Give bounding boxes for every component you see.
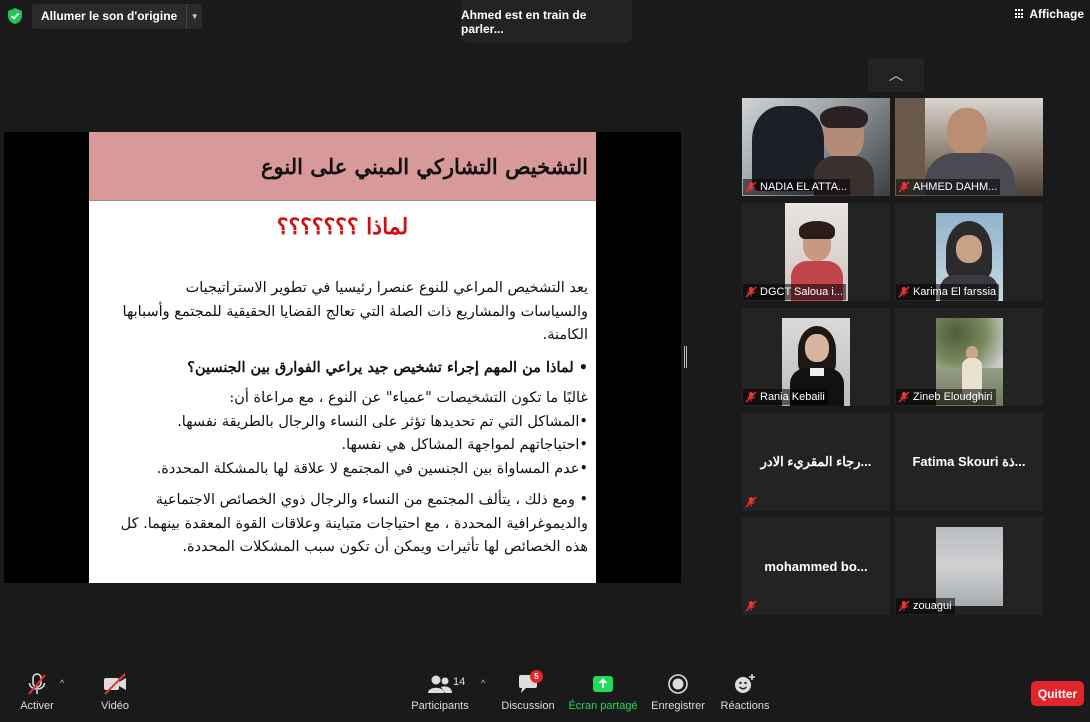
participant-name-tag: DGCT Saloua i...: [743, 284, 846, 300]
mic-off-icon: [898, 181, 910, 193]
mic-off-icon: [898, 600, 910, 612]
chat-button[interactable]: Discussion: [501, 672, 555, 712]
share-screen-icon: [592, 672, 614, 696]
reactions-button[interactable]: Réactions: [720, 672, 770, 712]
active-speaker-banner: Ahmed est en train de parler...: [461, 0, 632, 43]
participant-tile[interactable]: zouagui: [895, 517, 1043, 615]
slide-bullet-3: •عدم المساواة بين الجنسين في المجتمع لا …: [156, 460, 588, 477]
participant-name: AHMED DAHM...: [913, 181, 998, 193]
participant-name-tag: Rania Kebaili: [743, 389, 828, 405]
mic-off-icon: [745, 181, 757, 193]
participant-name: Zineb Eloudghiri: [913, 391, 993, 403]
slide-body: يعد التشخيص المراعي للنوع عنصرا رئيسيا ف…: [118, 277, 588, 560]
video-label: Vidéo: [101, 700, 129, 712]
record-icon: [667, 672, 689, 696]
record-label: Enregistrer: [651, 700, 705, 712]
participant-name-tag: Zineb Eloudghiri: [896, 389, 996, 405]
participants-icon: [427, 672, 453, 696]
participant-name-tag: zouagui: [896, 598, 955, 614]
participant-tile[interactable]: DGCT Saloua i...: [742, 203, 890, 301]
slide-title: التشخيص التشاركي المبني على النوع: [261, 153, 588, 179]
grid-icon: [1015, 9, 1025, 19]
participant-tile[interactable]: NADIA EL ATTA...: [742, 98, 890, 196]
shield-icon[interactable]: [7, 7, 23, 25]
quit-button[interactable]: Quitter: [1031, 681, 1084, 706]
reaction-icon: [733, 672, 757, 696]
chat-badge: 5: [530, 670, 543, 683]
participant-name-tag: Karima El farssia: [896, 284, 1000, 300]
chevron-up-icon[interactable]: ^: [481, 678, 485, 688]
presentation-slide: التشخيص التشاركي المبني على النوع لماذا …: [89, 132, 596, 583]
participant-name: Fatima Skouri ذة...: [912, 454, 1026, 469]
participant-name: zouagui: [913, 600, 952, 612]
shared-screen: التشخيص التشاركي المبني على النوع لماذا …: [4, 132, 681, 583]
slide-bullet-2: •احتياجاتهم لمواجهة المشاكل هي نفسها.: [341, 437, 588, 453]
original-sound-label: Allumer le son d'origine: [41, 9, 178, 23]
slide-paragraph-1: يعد التشخيص المراعي للنوع عنصرا رئيسيا ف…: [122, 280, 588, 343]
video-button[interactable]: Vidéo: [100, 672, 130, 712]
participant-name: رجاء المقريء الادر...: [760, 454, 872, 469]
participant-tile[interactable]: mohammed bo...: [742, 517, 890, 615]
view-button[interactable]: Affichage: [1015, 7, 1084, 21]
participant-tile[interactable]: Rania Kebaili: [742, 308, 890, 406]
split-resize-handle[interactable]: [684, 346, 687, 368]
unmute-button[interactable]: Activer: [20, 672, 54, 712]
mic-off-icon: [745, 600, 757, 612]
participant-tile[interactable]: AHMED DAHM...: [895, 98, 1043, 196]
chat-label: Discussion: [501, 700, 555, 712]
participant-video: [936, 527, 1003, 606]
share-screen-label: Écran partagé: [568, 700, 638, 712]
mic-off-icon: [26, 672, 48, 696]
slide-header: التشخيص التشاركي المبني على النوع: [89, 132, 596, 201]
active-speaker-label: Ahmed est en train de parler...: [461, 7, 587, 36]
collapse-gallery-button[interactable]: ︿: [868, 58, 924, 92]
participants-count: 14: [453, 676, 466, 688]
participant-name: Rania Kebaili: [760, 391, 825, 403]
mic-off-icon: [898, 391, 910, 403]
participant-name: mohammed bo...: [764, 558, 868, 574]
original-sound-button[interactable]: Allumer le son d'origine ▼: [32, 4, 203, 29]
zoom-meeting-window: Allumer le son d'origine ▼ Ahmed est en …: [0, 0, 1090, 722]
participant-tile[interactable]: Fatima Skouri ذة...: [895, 413, 1043, 511]
video-off-icon: [102, 672, 128, 696]
mic-off-icon: [745, 286, 757, 298]
participant-tile[interactable]: رجاء المقريء الادر...: [742, 413, 890, 511]
chevron-up-icon: ︿: [889, 67, 903, 83]
unmute-label: Activer: [20, 700, 54, 712]
quit-label: Quitter: [1037, 686, 1078, 701]
mic-off-icon: [745, 391, 757, 403]
slide-bullet-1: •المشاكل التي تم تحديدها تؤثر على النساء…: [177, 413, 588, 430]
participant-name: NADIA EL ATTA...: [760, 181, 848, 193]
share-screen-button[interactable]: Écran partagé: [568, 672, 638, 712]
mic-off-icon: [745, 496, 757, 508]
participant-tile[interactable]: Zineb Eloudghiri: [895, 308, 1043, 406]
participant-name: Karima El farssia: [913, 286, 997, 298]
slide-subtitle: لماذا ؟؟؟؟؟؟؟: [276, 214, 409, 240]
chevron-down-icon[interactable]: ▼: [186, 4, 202, 29]
participant-name: DGCT Saloua i...: [760, 286, 843, 298]
mic-off-icon: [898, 286, 910, 298]
participant-tile[interactable]: Karima El farssia: [895, 203, 1043, 301]
slide-paragraph-2: • ومع ذلك ، يتألف المجتمع من النساء والر…: [120, 492, 588, 555]
participant-name-tag: AHMED DAHM...: [896, 179, 1001, 195]
participants-label: Participants: [411, 700, 469, 712]
participant-name-tag: NADIA EL ATTA...: [743, 179, 851, 195]
view-label: Affichage: [1029, 7, 1084, 21]
slide-question: • لماذا من المهم إجراء تشخيص جيد يراعي ا…: [187, 358, 588, 376]
record-button[interactable]: Enregistrer: [651, 672, 705, 712]
reactions-label: Réactions: [720, 700, 770, 712]
chevron-up-icon[interactable]: ^: [60, 678, 64, 688]
slide-intro: غالبًا ما تكون التشخيصات "عمياء" عن النو…: [229, 390, 588, 406]
